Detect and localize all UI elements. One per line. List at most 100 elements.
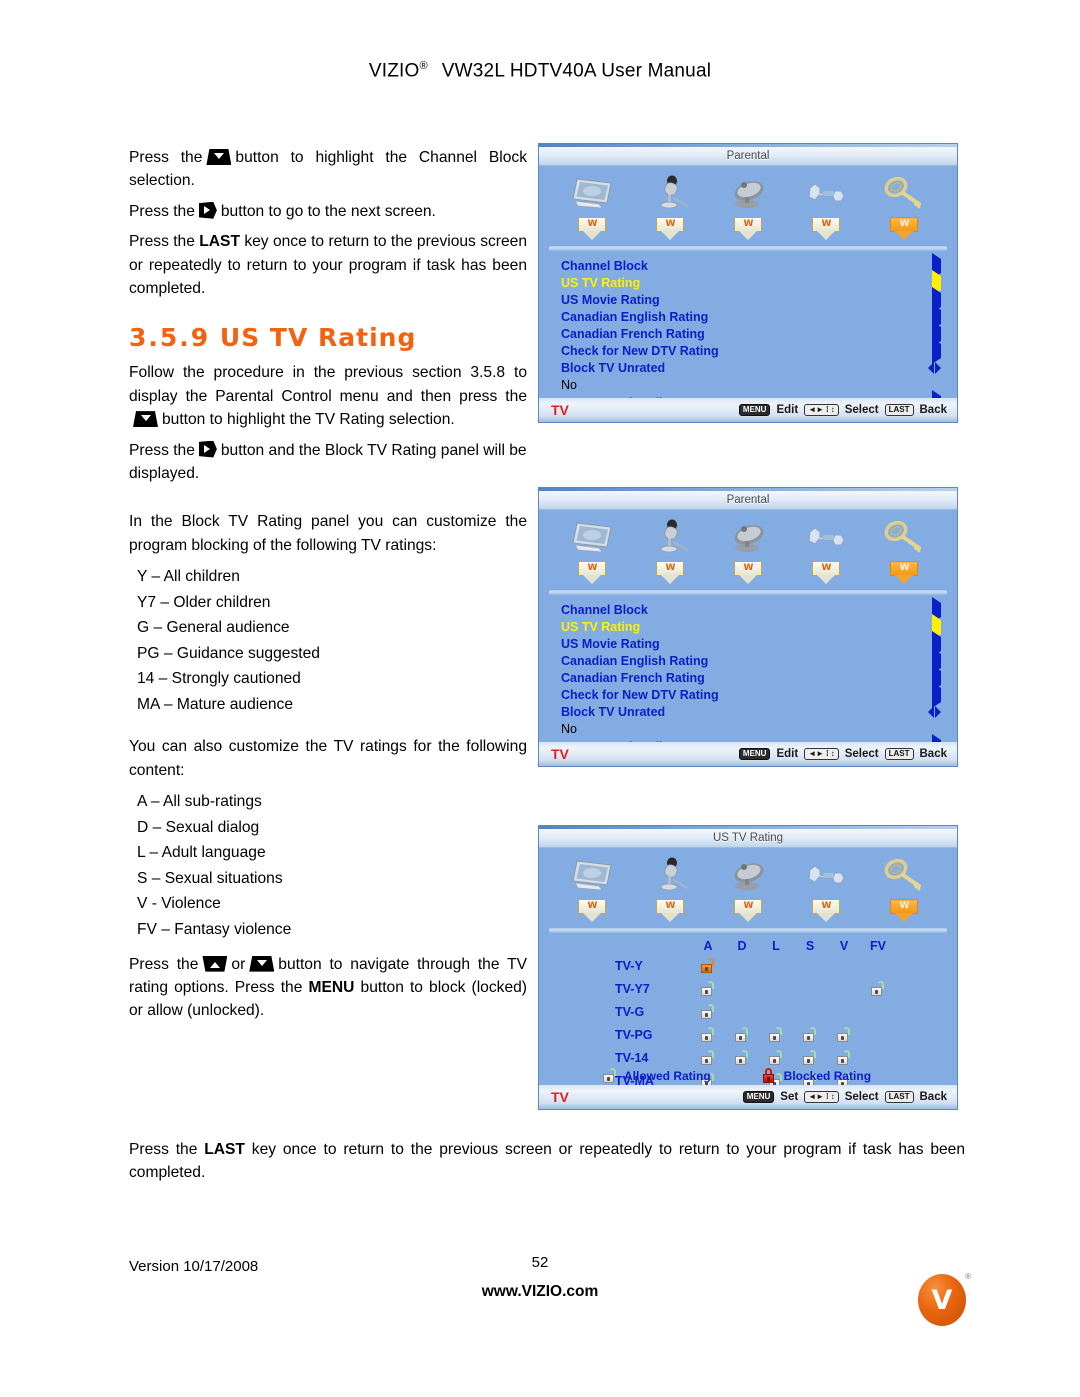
unlocked-icon [701,1050,715,1065]
last-action-label: Back [919,404,948,416]
tab-badge: W [812,217,840,232]
osd-tab-tv[interactable]: W [561,854,623,914]
osd-tab-parental[interactable]: W [873,516,935,576]
list-item: Y7 – Older children [137,593,271,611]
rating-cell-a[interactable] [691,1027,725,1042]
last-key-cap[interactable]: LAST [884,748,914,760]
legend-blocked-label: Blocked Rating [783,1068,872,1083]
vizio-badge-mark: W [743,563,754,573]
navigation-keys-icon[interactable]: ◄► ⁞ ↕ [804,1091,839,1103]
rating-cell-l[interactable] [759,1050,793,1065]
osd-tab-audio[interactable]: W [639,854,701,914]
osd-tab-audio[interactable]: W [639,172,701,232]
legend-blocked: Blocked Rating [762,1068,872,1083]
osd-tab-tv[interactable]: W [561,172,623,232]
nav-action-label: Select [844,748,879,760]
menu-item-canadian-french-rating[interactable]: Canadian French Rating [561,320,941,347]
menu-key-cap[interactable]: MENU [742,1091,775,1103]
osd-parental-menu-2: Parental W W W W W Channel Block US TV R… [538,487,958,767]
parental-menu-list-1: Channel Block US TV Rating US Movie Rati… [539,251,957,416]
rating-cell-d[interactable] [725,1050,759,1065]
tab-badge: W [734,561,762,576]
satellite-dish-icon [717,516,779,560]
last-key-label: LAST [204,1141,245,1158]
list-item: PG – Guidance suggested [137,644,320,662]
navigation-keys-icon[interactable]: ◄► ⁞ ↕ [804,748,839,760]
table-row: TV-Y7 [539,977,957,1000]
unlocked-highlighted-icon [701,958,715,973]
menu-item-us-tv-rating[interactable]: US TV Rating [561,269,941,296]
page-header: VIZIO® VW32L HDTV40A User Manual [0,60,1080,82]
rating-cell-v[interactable] [827,1050,861,1065]
rating-cell-l[interactable] [759,1027,793,1042]
menu-key-cap[interactable]: MENU [738,404,771,416]
osd-tab-tuner[interactable]: W [717,854,779,914]
menu-item-label: Check for New DTV Rating [561,687,719,702]
right-button-icon [198,440,217,458]
nav-action-label: Select [844,404,879,416]
menu-item-channel-block[interactable]: Channel Block [561,596,941,623]
menu-item-block-tv-unrated[interactable]: Block TV Unrated [561,359,941,376]
menu-item-block-tv-unrated[interactable]: Block TV Unrated [561,703,941,720]
menu-item-label: Check for New DTV Rating [561,343,719,358]
column-header: S [805,938,815,953]
tab-badge: W [812,561,840,576]
microphone-icon [639,516,701,560]
unlocked-icon [871,981,885,996]
rating-cell-v[interactable] [827,1027,861,1042]
osd-tab-setup[interactable]: W [795,854,857,914]
osd-tab-audio[interactable]: W [639,516,701,576]
menu-item-value: No [561,378,577,392]
rating-cell-a[interactable] [691,1004,725,1019]
menu-item-us-movie-rating[interactable]: US Movie Rating [561,630,941,657]
menu-key-cap[interactable]: MENU [738,748,771,760]
rating-cell-s[interactable] [793,1050,827,1065]
menu-item-check-new-dtv-rating[interactable]: Check for New DTV Rating [561,337,941,364]
table-row: TV-G [539,1000,957,1023]
list-item: V - Violence [137,895,221,913]
paragraph-block-tv-rating-intro: In the Block TV Rating panel you can cus… [129,513,527,554]
navigation-keys-icon[interactable]: ◄► ⁞ ↕ [804,404,839,416]
menu-item-canadian-english-rating[interactable]: Canadian English Rating [561,647,941,674]
menu-item-channel-block[interactable]: Channel Block [561,252,941,279]
rating-cell-s[interactable] [793,1027,827,1042]
menu-item-label: US Movie Rating [561,292,660,307]
osd-tab-tv[interactable]: W [561,516,623,576]
tv-monitor-icon [561,172,623,216]
last-key-cap[interactable]: LAST [884,1091,914,1103]
menu-item-check-new-dtv-rating[interactable]: Check for New DTV Rating [561,681,941,708]
osd-tab-parental[interactable]: W [873,172,935,232]
osd-tab-tuner[interactable]: W [717,516,779,576]
osd-status-bar: TV MENU Edit ◄► ⁞ ↕ Select LAST Back [539,742,957,766]
rating-cell-fv[interactable] [861,981,895,996]
wrench-icon [795,172,857,216]
last-key-cap[interactable]: LAST [884,404,914,416]
menu-action-label: Edit [776,404,799,416]
rating-cell-a[interactable] [691,981,725,996]
osd-status-bar: TV MENU Edit ◄► ⁞ ↕ Select LAST Back [539,398,957,422]
menu-item-canadian-english-rating[interactable]: Canadian English Rating [561,303,941,330]
osd-tab-setup[interactable]: W [795,172,857,232]
text-fragment: Press the [129,202,195,220]
menu-item-label: Channel Block [561,602,648,617]
row-label: TV-14 [615,1050,649,1065]
text-fragment: key once to return to the previous scree… [129,1141,966,1182]
menu-item-label: Canadian English Rating [561,309,709,324]
text-fragment: Press the [129,441,195,459]
menu-item-us-movie-rating[interactable]: US Movie Rating [561,286,941,313]
rating-cell-a[interactable] [691,958,725,973]
rating-cell-a[interactable] [691,1050,725,1065]
menu-item-canadian-french-rating[interactable]: Canadian French Rating [561,664,941,691]
tab-badge-active: W [890,217,918,232]
tab-badge: W [656,899,684,914]
osd-status-bar: TV MENU Set ◄► ⁞ ↕ Select LAST Back [539,1085,957,1109]
rating-cell-d[interactable] [725,1027,759,1042]
menu-item-label: US TV Rating [561,619,641,634]
osd-tab-parental[interactable]: W [873,854,935,914]
microphone-icon [639,854,701,898]
row-label: TV-Y [615,958,643,973]
menu-item-us-tv-rating[interactable]: US TV Rating [561,613,941,640]
table-row: TV-14 [539,1046,957,1069]
osd-tab-tuner[interactable]: W [717,172,779,232]
osd-tab-setup[interactable]: W [795,516,857,576]
